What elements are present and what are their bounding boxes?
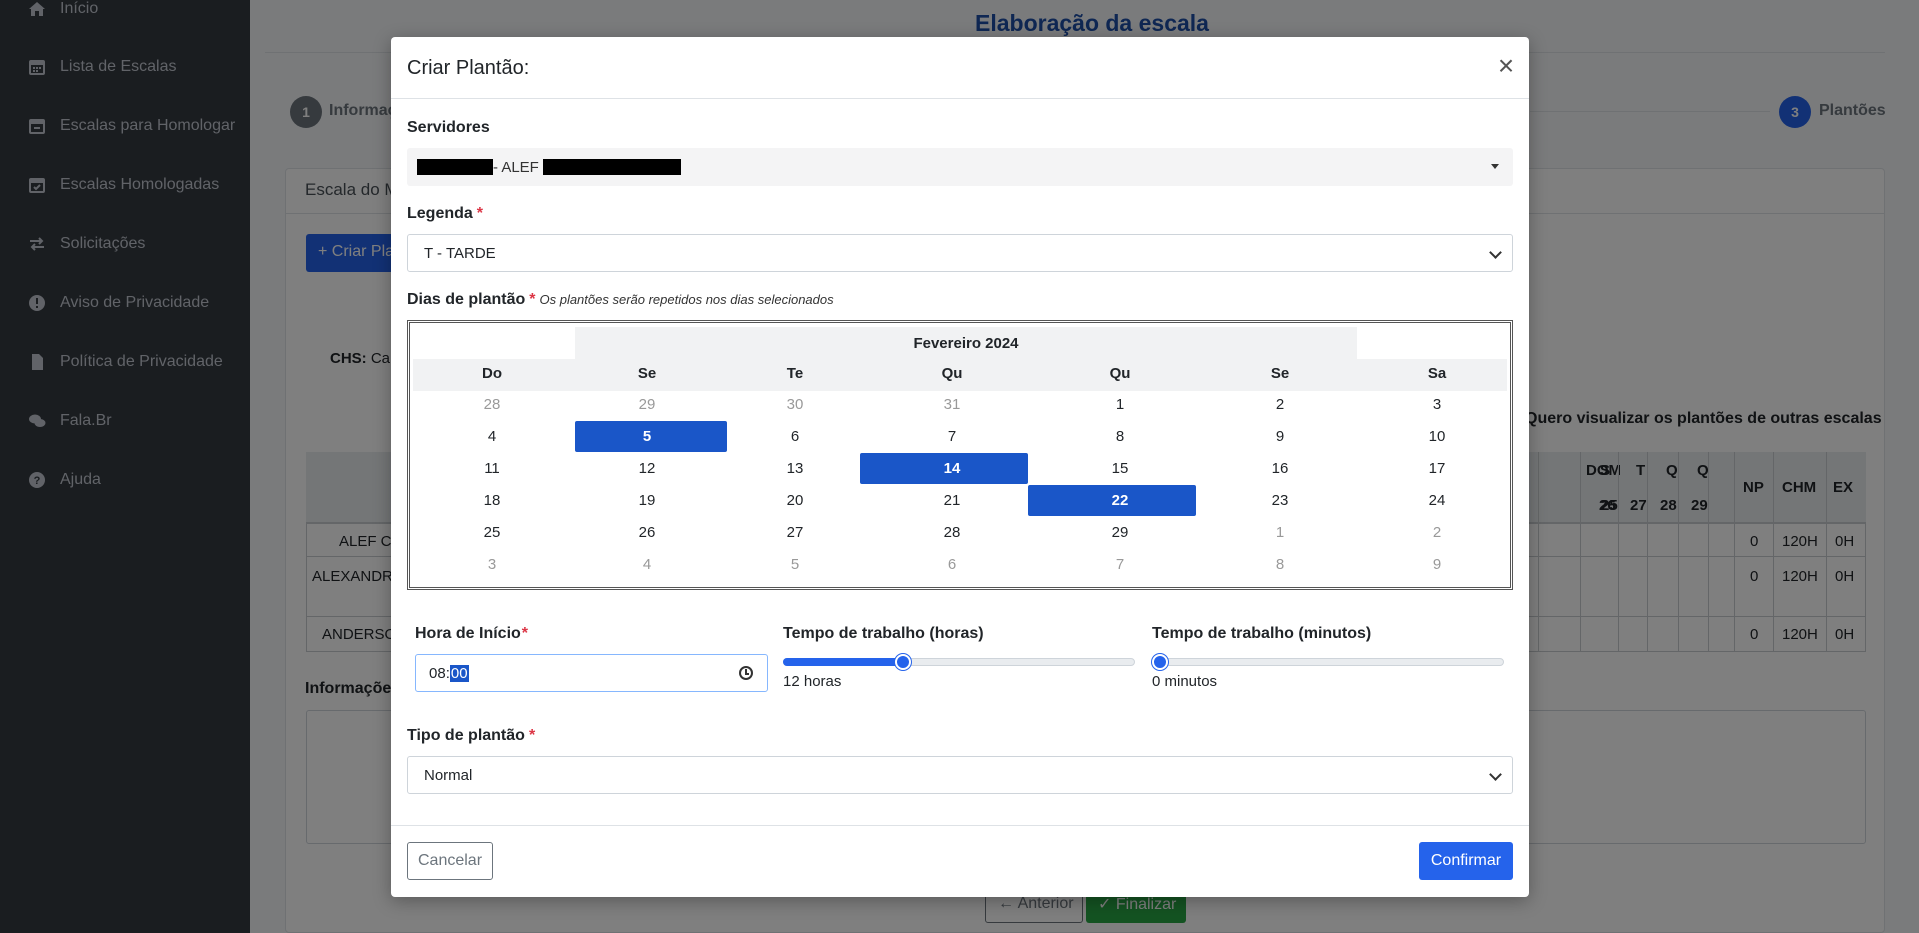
- cancel-button[interactable]: Cancelar: [407, 842, 493, 880]
- legend-value: T - TARDE: [424, 244, 496, 262]
- shift-type-value: Normal: [424, 766, 473, 784]
- days-label-text: Dias de plantão: [407, 291, 526, 308]
- confirm-button[interactable]: Confirmar: [1419, 842, 1513, 880]
- calendar-day[interactable]: 20: [725, 491, 865, 511]
- chevron-down-icon: [1489, 246, 1502, 259]
- close-icon[interactable]: ×: [1492, 49, 1520, 83]
- required-asterisk: *: [528, 727, 536, 744]
- calendar-weekday: Do: [482, 365, 502, 382]
- calendar-day[interactable]: 15: [1050, 459, 1190, 479]
- calendar-day[interactable]: 5: [725, 555, 865, 575]
- minutes-slider-thumb[interactable]: [1152, 654, 1168, 670]
- calendar-day[interactable]: 3: [422, 555, 562, 575]
- calendar-day[interactable]: 12: [577, 459, 717, 479]
- calendar-day[interactable]: 30: [725, 395, 865, 415]
- shift-type-label-text: Tipo de plantão: [407, 727, 525, 744]
- calendar-day[interactable]: 18: [422, 491, 562, 511]
- start-time-label: Hora de Início*: [415, 625, 528, 643]
- calendar-day[interactable]: 9: [1367, 555, 1507, 575]
- calendar-weekday: Qu: [941, 365, 963, 382]
- calendar-day-selected[interactable]: 14: [882, 459, 1022, 479]
- calendar-day[interactable]: 3: [1367, 395, 1507, 415]
- shift-type-select[interactable]: Normal: [407, 756, 1513, 794]
- hours-label: Tempo de trabalho (horas): [783, 625, 984, 642]
- calendar-day[interactable]: 9: [1210, 427, 1350, 447]
- calendar-day[interactable]: 29: [1050, 523, 1190, 543]
- required-asterisk: *: [476, 205, 484, 222]
- hours-value: 12 horas: [783, 673, 842, 690]
- modal-title: Criar Plantão:: [407, 57, 530, 79]
- minutes-slider-track[interactable]: [1152, 658, 1504, 666]
- dropdown-caret-icon: [1491, 164, 1499, 169]
- servers-label: Servidores: [407, 119, 490, 136]
- calendar-weekday: Te: [786, 365, 804, 382]
- calendar-day[interactable]: 17: [1367, 459, 1507, 479]
- calendar-day[interactable]: 25: [422, 523, 562, 543]
- days-label: Dias de plantão * Os plantões serão repeti…: [407, 291, 834, 309]
- calendar-day[interactable]: 19: [577, 491, 717, 511]
- legend-label-text: Legenda: [407, 205, 473, 222]
- redacted-block: [417, 159, 493, 175]
- legend-label: Legenda *: [407, 205, 483, 223]
- calendar-day[interactable]: 6: [882, 555, 1022, 575]
- servers-select[interactable]: - ALEF: [407, 148, 1513, 186]
- calendar-day[interactable]: 1: [1210, 523, 1350, 543]
- calendar-day[interactable]: 27: [725, 523, 865, 543]
- calendar-day-selected[interactable]: 22: [1050, 491, 1190, 511]
- calendar-day[interactable]: 1: [1050, 395, 1190, 415]
- create-shift-modal: Criar Plantão: × Servidores - ALEF Legen…: [391, 37, 1529, 897]
- calendar-day[interactable]: 16: [1210, 459, 1350, 479]
- calendar-day[interactable]: 21: [882, 491, 1022, 511]
- calendar-day[interactable]: 26: [577, 523, 717, 543]
- server-value: - ALEF: [493, 158, 539, 176]
- shift-days-calendar: Fevereiro 2024 Do Se Te Qu Qu Se Sa 28 29 30 31 1 2 3…: [407, 320, 1513, 590]
- start-time-label-text: Hora de Início: [415, 625, 521, 642]
- minutes-label: Tempo de trabalho (minutos): [1152, 625, 1372, 642]
- calendar-day[interactable]: 2: [1210, 395, 1350, 415]
- calendar-day[interactable]: 4: [577, 555, 717, 575]
- legend-select[interactable]: T - TARDE: [407, 234, 1513, 272]
- calendar-day[interactable]: 29: [577, 395, 717, 415]
- calendar-day[interactable]: 23: [1210, 491, 1350, 511]
- calendar-day[interactable]: 8: [1210, 555, 1350, 575]
- calendar-day[interactable]: 10: [1367, 427, 1507, 447]
- modal-header: Criar Plantão: ×: [391, 37, 1529, 99]
- calendar-day[interactable]: 31: [882, 395, 1022, 415]
- calendar-day[interactable]: 7: [1050, 555, 1190, 575]
- minutes-value: 0 minutos: [1152, 673, 1218, 690]
- calendar-day[interactable]: 8: [1050, 427, 1190, 447]
- hours-slider-fill: [783, 658, 903, 666]
- hours-slider-thumb[interactable]: [894, 654, 911, 670]
- calendar-day[interactable]: 28: [422, 395, 562, 415]
- modal-footer-divider: [391, 825, 1529, 826]
- calendar-weekday: Qu: [1109, 365, 1131, 382]
- clock-icon[interactable]: [739, 666, 753, 680]
- calendar-day[interactable]: 28: [882, 523, 1022, 543]
- calendar-day[interactable]: 13: [725, 459, 865, 479]
- calendar-day[interactable]: 11: [422, 459, 562, 479]
- start-time-input[interactable]: 08:00: [415, 654, 768, 692]
- redacted-block: [542, 159, 681, 175]
- calendar-weekday: Se: [637, 365, 657, 382]
- required-asterisk: *: [521, 625, 529, 642]
- calendar-month-title[interactable]: Fevereiro 2024: [575, 327, 1357, 359]
- shift-type-label: Tipo de plantão *: [407, 727, 535, 745]
- calendar-day[interactable]: 7: [882, 427, 1022, 447]
- start-time-hour[interactable]: 08: [429, 665, 446, 682]
- required-asterisk: *: [529, 291, 536, 308]
- chevron-down-icon: [1489, 768, 1502, 781]
- calendar-day[interactable]: 4: [422, 427, 562, 447]
- calendar-day[interactable]: 6: [725, 427, 865, 447]
- days-hint: Os plantões serão repetidos nos dias sel…: [539, 292, 834, 307]
- calendar-weekday: Sa: [1427, 365, 1447, 382]
- calendar-weekday: Se: [1270, 365, 1290, 382]
- calendar-day[interactable]: 24: [1367, 491, 1507, 511]
- calendar-day-selected[interactable]: 5: [577, 427, 717, 447]
- start-time-minute[interactable]: 00: [449, 664, 469, 682]
- calendar-day[interactable]: 2: [1367, 523, 1507, 543]
